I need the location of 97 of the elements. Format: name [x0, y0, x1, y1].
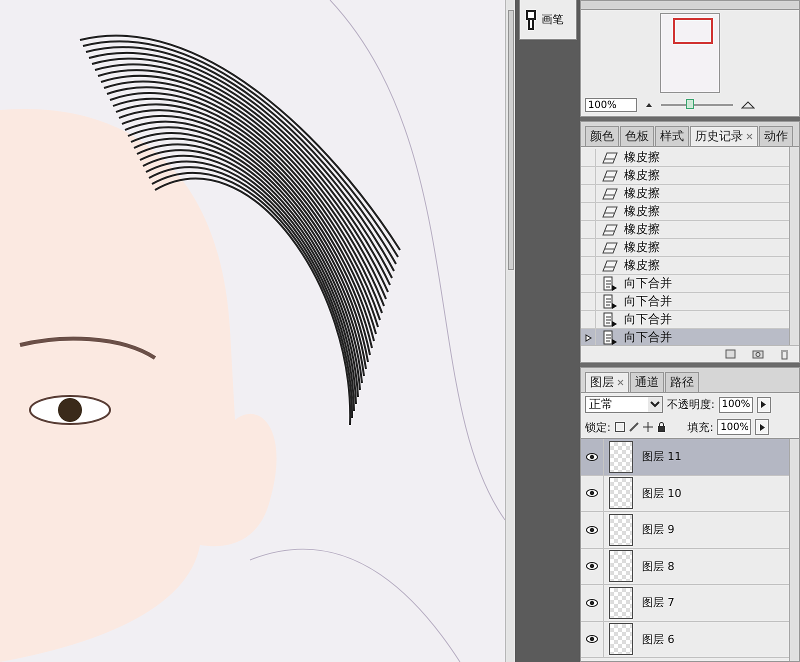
eye-icon[interactable] — [586, 489, 598, 498]
history-item[interactable]: 橡皮擦 — [581, 239, 789, 257]
layer-row[interactable]: 图层 8 — [581, 548, 789, 585]
panel-tab[interactable]: 样式 — [655, 126, 689, 146]
eraser-icon — [602, 260, 618, 272]
layer-row[interactable]: 图层 6 — [581, 622, 789, 658]
layer-row[interactable]: 图层 11 — [581, 439, 789, 476]
history-label: 橡皮擦 — [624, 257, 660, 274]
history-item[interactable]: 向下合并 — [581, 293, 789, 311]
layer-thumbnail — [609, 514, 633, 546]
zoom-field[interactable]: 100% — [585, 98, 637, 112]
layer-thumbnail — [609, 477, 633, 510]
document-icon — [602, 276, 618, 291]
panel-tab[interactable]: 历史记录 — [690, 126, 758, 146]
scrollbar[interactable] — [789, 439, 799, 661]
eraser-icon — [602, 224, 618, 236]
history-item[interactable]: 橡皮擦 — [581, 167, 789, 185]
zoom-slider-thumb[interactable] — [686, 99, 694, 109]
zoom-in-icon[interactable] — [741, 101, 755, 109]
panel-tab[interactable]: 色板 — [620, 126, 654, 146]
history-label: 向下合并 — [624, 329, 672, 345]
panel-tab[interactable]: 图层 — [585, 372, 629, 392]
lock-transparency-icon[interactable] — [614, 422, 625, 432]
panel-tab[interactable]: 路径 — [665, 372, 699, 392]
eraser-icon — [602, 152, 618, 164]
layer-thumbnail — [609, 586, 633, 619]
close-icon[interactable] — [617, 379, 624, 386]
caret-icon — [648, 397, 662, 412]
layer-name: 图层 10 — [642, 486, 682, 501]
caret-icon — [761, 401, 766, 408]
panel-tab[interactable]: 通道 — [630, 372, 664, 392]
layer-thumbnail — [609, 550, 633, 582]
eye-icon[interactable] — [586, 598, 598, 607]
document-icon — [602, 294, 618, 309]
trash-icon[interactable] — [780, 348, 789, 360]
lock-icon[interactable] — [656, 422, 666, 432]
history-label: 橡皮擦 — [624, 185, 660, 202]
history-item[interactable]: 橡皮擦 — [581, 221, 789, 239]
layer-name: 图层 8 — [642, 558, 674, 574]
lock-label: 锁定: — [585, 420, 611, 434]
history-item[interactable]: 向下合并 — [581, 311, 789, 329]
panel-tab[interactable]: 动作 — [759, 126, 793, 146]
layer-row[interactable]: 图层 10 — [581, 476, 789, 512]
pointer-icon — [584, 334, 592, 342]
opacity-arrow-button[interactable] — [756, 396, 771, 412]
fill-field[interactable]: 100% — [717, 419, 752, 435]
move-icon[interactable] — [642, 422, 653, 432]
caret-icon — [760, 424, 765, 430]
layer-row[interactable]: 图层 9 — [581, 512, 789, 548]
history-item[interactable]: 向下合并 — [581, 329, 789, 345]
history-label: 橡皮擦 — [624, 149, 660, 166]
eye-icon[interactable] — [586, 635, 598, 644]
fill-arrow-button[interactable] — [755, 419, 770, 435]
opacity-field[interactable]: 100% — [718, 396, 753, 412]
eye-icon[interactable] — [586, 526, 598, 534]
document-icon — [602, 330, 618, 345]
brush-icon — [524, 8, 538, 30]
layer-name: 图层 9 — [642, 522, 674, 538]
history-label: 向下合并 — [624, 311, 672, 328]
scrollbar-thumb[interactable] — [508, 10, 514, 270]
navigator-preview[interactable] — [660, 13, 720, 93]
history-item[interactable]: 橡皮擦 — [581, 203, 789, 221]
history-item[interactable]: 橡皮擦 — [581, 185, 789, 203]
brush-icon[interactable] — [628, 422, 639, 432]
eye-icon[interactable] — [586, 562, 598, 570]
history-label: 橡皮擦 — [624, 167, 660, 184]
close-icon[interactable] — [746, 133, 753, 140]
opacity-label: 不透明度: — [667, 397, 715, 412]
eraser-icon — [602, 242, 618, 254]
eye-icon[interactable] — [586, 452, 598, 461]
layer-thumbnail — [609, 623, 633, 656]
panel-tab[interactable]: 颜色 — [585, 126, 619, 146]
layer-row[interactable]: 图层 7 — [581, 585, 789, 622]
history-label: 橡皮擦 — [624, 221, 660, 238]
history-item[interactable]: 橡皮擦 — [581, 149, 789, 167]
eraser-icon — [602, 170, 618, 182]
layer-name: 图层 6 — [642, 632, 674, 647]
history-label: 橡皮擦 — [624, 203, 660, 220]
history-label: 向下合并 — [624, 293, 672, 310]
document-icon — [602, 312, 618, 327]
brush-button[interactable]: 画笔 — [518, 0, 576, 40]
history-item[interactable]: 橡皮擦 — [581, 257, 789, 275]
scrollbar[interactable] — [789, 147, 799, 345]
history-label: 橡皮擦 — [624, 239, 660, 256]
fill-label: 填充: — [688, 420, 714, 434]
layer-name: 图层 11 — [642, 449, 682, 464]
zoom-out-icon[interactable] — [645, 102, 653, 108]
layer-thumbnail — [609, 440, 633, 473]
blend-mode-dropdown[interactable]: 正常 — [585, 396, 663, 413]
history-label: 向下合并 — [624, 275, 672, 292]
document-icon[interactable] — [725, 349, 736, 359]
history-item[interactable]: 向下合并 — [581, 275, 789, 293]
layer-name: 图层 7 — [642, 595, 674, 610]
camera-icon[interactable] — [752, 349, 764, 359]
view-box[interactable] — [673, 18, 713, 44]
eraser-icon — [602, 188, 618, 200]
eraser-icon — [602, 206, 618, 218]
